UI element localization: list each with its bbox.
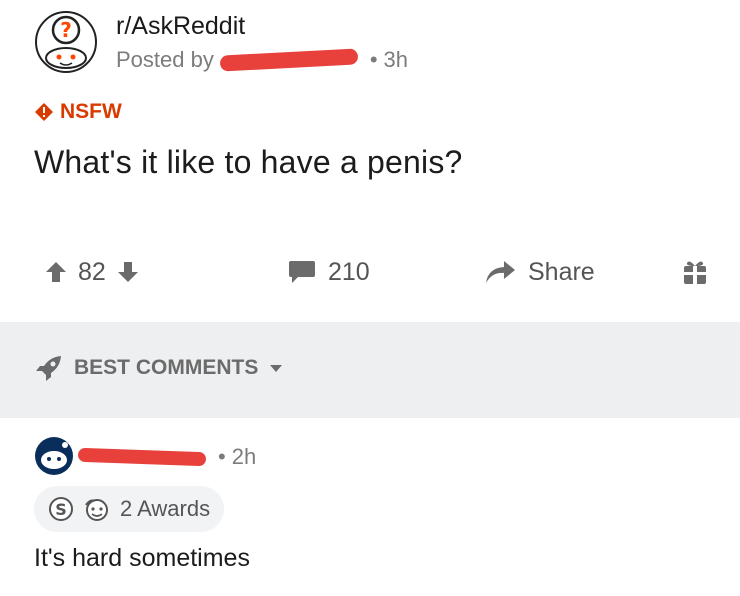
comment-age: 2h <box>231 444 257 469</box>
redacted-commenter-name <box>77 447 207 467</box>
sort-label: BEST COMMENTS <box>74 356 259 379</box>
vote-count: 82 <box>78 257 106 286</box>
chevron-down-icon <box>270 365 283 372</box>
nsfw-label: NSFW <box>60 100 122 123</box>
comments-button[interactable]: 210 <box>288 248 370 296</box>
awards-pill[interactable]: S 2 Awards <box>34 486 225 532</box>
user-avatar-icon[interactable] <box>34 436 74 476</box>
silver-award-icon: S <box>49 497 73 521</box>
post-action-bar: 82 210 Share <box>0 248 740 296</box>
post-title[interactable]: What's it like to have a penis? <box>34 144 463 181</box>
separator-dot: • <box>369 47 378 72</box>
nsfw-badge: NSFW <box>34 100 122 124</box>
post-meta: Posted by • 3h <box>116 47 408 73</box>
comment-sort-bar: BEST COMMENTS <box>0 322 740 418</box>
comment-icon <box>289 261 315 283</box>
subreddit-avatar-icon[interactable]: ? <box>34 10 98 74</box>
subreddit-name[interactable]: r/AskReddit <box>116 12 245 41</box>
downvote-icon[interactable] <box>116 260 140 284</box>
post-age: 3h <box>383 47 409 72</box>
award-button[interactable] <box>680 248 710 296</box>
upvote-icon[interactable] <box>44 260 68 284</box>
comment-meta: • 2h <box>77 444 257 470</box>
awards-count-label: 2 Awards <box>120 496 211 521</box>
vote-controls: 82 <box>44 248 140 296</box>
comment-body: It's hard sometimes <box>34 544 250 572</box>
sort-dropdown[interactable]: BEST COMMENTS <box>34 354 284 382</box>
helpful-award-icon <box>85 499 108 521</box>
separator-dot: • <box>218 444 226 469</box>
svg-text:?: ? <box>60 18 72 42</box>
svg-text:S: S <box>55 500 67 519</box>
share-button[interactable]: Share <box>484 248 595 296</box>
share-label: Share <box>528 257 595 286</box>
share-icon <box>486 261 515 283</box>
redacted-username <box>219 48 359 72</box>
gift-icon <box>684 261 706 284</box>
posted-by-label: Posted by <box>116 47 214 72</box>
comment-count: 210 <box>328 257 370 286</box>
rocket-icon <box>36 356 61 381</box>
nsfw-icon <box>35 103 53 121</box>
